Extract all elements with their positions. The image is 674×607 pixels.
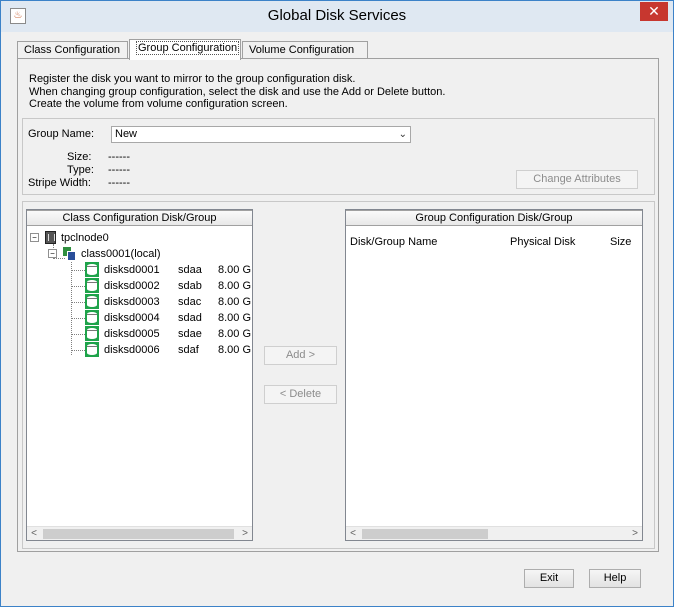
disk-physical: sdab xyxy=(178,280,202,292)
disk-size: 8.00 G xyxy=(218,296,252,308)
tab-class-configuration[interactable]: Class Configuration xyxy=(17,41,128,59)
horizontal-scrollbar[interactable]: < > xyxy=(346,526,642,540)
tab-volume-configuration[interactable]: Volume Configuration xyxy=(242,41,368,59)
disk-physical: sdaf xyxy=(178,344,199,356)
client-area: Class Configuration Group Configuration … xyxy=(9,32,665,600)
server-icon xyxy=(45,231,56,244)
scroll-left-icon[interactable]: < xyxy=(27,527,41,540)
stripe-width-value: ------ xyxy=(108,177,130,189)
tree-disk-node[interactable]: disksd0004 sdad 8.00 G xyxy=(71,310,252,326)
instructions: Register the disk you want to mirror to … xyxy=(29,73,445,111)
tree-disk-node[interactable]: disksd0001 sdaa 8.00 G xyxy=(71,262,252,278)
group-name-select[interactable]: New ⌄ xyxy=(111,126,411,143)
disk-name: disksd0004 xyxy=(104,312,160,324)
tab-label: Class Configuration xyxy=(24,44,120,56)
group-attributes-box: Group Name: New ⌄ Size: ------ Type: ---… xyxy=(22,118,655,195)
tree-disk-node[interactable]: disksd0005 sdae 8.00 G xyxy=(71,326,252,342)
scroll-right-icon[interactable]: > xyxy=(238,527,252,540)
tab-group-configuration[interactable]: Group Configuration xyxy=(129,39,241,60)
main-window: ♨ Global Disk Services ✕ Class Configura… xyxy=(0,0,674,607)
change-attributes-button[interactable]: Change Attributes xyxy=(516,170,638,189)
group-config-header: Group Configuration Disk/Group xyxy=(346,210,642,226)
disk-size: 8.00 G xyxy=(218,264,252,276)
scroll-thumb[interactable] xyxy=(43,529,234,539)
group-name-value: New xyxy=(115,128,138,140)
column-header-size[interactable]: Size xyxy=(610,236,631,248)
disk-physical: sdac xyxy=(178,296,202,308)
tab-label: Group Configuration xyxy=(136,41,240,55)
tree-disk-node[interactable]: disksd0006 sdaf 8.00 G xyxy=(71,342,252,358)
close-icon: ✕ xyxy=(648,3,660,19)
disk-name: disksd0003 xyxy=(104,296,160,308)
scroll-right-icon[interactable]: > xyxy=(628,527,642,540)
disk-name: disksd0002 xyxy=(104,280,160,292)
stripe-width-label: Stripe Width: xyxy=(28,177,91,189)
disk-physical: sdae xyxy=(178,328,202,340)
close-button[interactable]: ✕ xyxy=(640,2,668,21)
scroll-thumb[interactable] xyxy=(362,529,488,539)
host-name: tpclnode0 xyxy=(61,232,109,244)
disk-group-area: Class Configuration Disk/Group − tpclnod… xyxy=(22,201,655,549)
group-name-label: Group Name: xyxy=(28,128,95,140)
instruction-line: When changing group configuration, selec… xyxy=(29,85,446,98)
tree-disk-node[interactable]: disksd0002 sdab 8.00 G xyxy=(71,278,252,294)
delete-button[interactable]: < Delete xyxy=(264,385,337,404)
window-title: Global Disk Services xyxy=(267,7,407,24)
column-header-disk-group-name[interactable]: Disk/Group Name xyxy=(350,236,437,248)
disk-size: 8.00 G xyxy=(218,280,252,292)
disk-icon xyxy=(85,294,99,309)
scroll-left-icon[interactable]: < xyxy=(346,527,360,540)
size-value: ------ xyxy=(108,151,130,163)
collapse-icon[interactable]: − xyxy=(48,249,57,258)
class-config-header: Class Configuration Disk/Group xyxy=(27,210,252,226)
column-header-physical-disk[interactable]: Physical Disk xyxy=(510,236,575,248)
add-button[interactable]: Add > xyxy=(264,346,337,365)
size-label: Size: xyxy=(67,151,92,163)
disk-size: 8.00 G xyxy=(218,344,252,356)
type-label: Type: xyxy=(67,164,94,176)
disk-icon xyxy=(85,326,99,341)
class-name: class0001(local) xyxy=(81,248,161,260)
title-bar: ♨ Global Disk Services ✕ xyxy=(1,1,673,32)
disk-icon xyxy=(85,342,99,357)
instruction-line: Create the volume from volume configurat… xyxy=(29,98,288,110)
disk-icon xyxy=(85,262,99,277)
horizontal-scrollbar[interactable]: < > xyxy=(27,526,252,540)
tree-disk-node[interactable]: disksd0003 sdac 8.00 G xyxy=(71,294,252,310)
disk-physical: sdad xyxy=(178,312,202,324)
disk-name: disksd0005 xyxy=(104,328,160,340)
class-icon xyxy=(63,247,76,261)
group-configuration-panel: Register the disk you want to mirror to … xyxy=(17,58,659,552)
disk-size: 8.00 G xyxy=(218,312,252,324)
disk-physical: sdaa xyxy=(178,264,202,276)
disk-icon xyxy=(85,310,99,325)
instruction-line: Register the disk you want to mirror to … xyxy=(29,73,356,85)
class-config-tree[interactable]: Class Configuration Disk/Group − tpclnod… xyxy=(26,209,253,541)
chevron-down-icon: ⌄ xyxy=(398,129,407,140)
disk-size: 8.00 G xyxy=(218,328,252,340)
type-value: ------ xyxy=(108,164,130,176)
tab-label: Volume Configuration xyxy=(249,44,355,56)
disk-name: disksd0001 xyxy=(104,264,160,276)
group-config-list[interactable]: Group Configuration Disk/Group Disk/Grou… xyxy=(345,209,643,541)
disk-name: disksd0006 xyxy=(104,344,160,356)
collapse-icon[interactable]: − xyxy=(30,233,39,242)
help-button[interactable]: Help xyxy=(589,569,641,588)
exit-button[interactable]: Exit xyxy=(524,569,574,588)
disk-icon xyxy=(85,278,99,293)
